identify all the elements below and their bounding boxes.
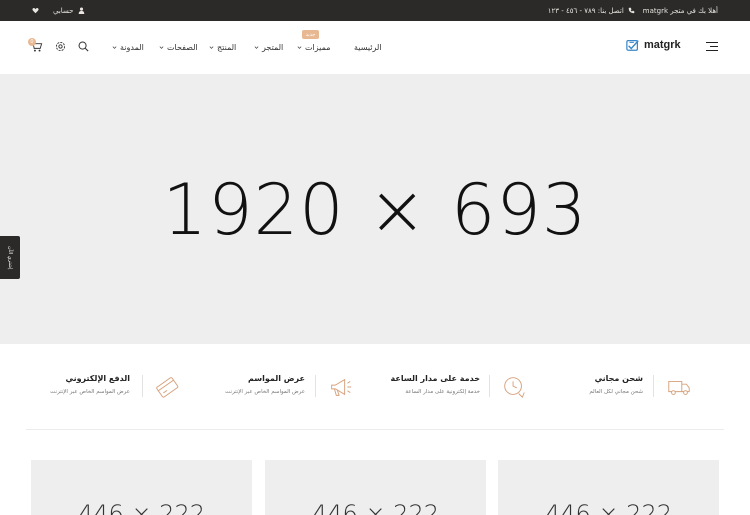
menu-toggle-icon[interactable] (704, 41, 718, 53)
buy-now-side-tab[interactable]: إشتري الآن (0, 236, 20, 279)
heart-icon (32, 7, 39, 14)
banner-card[interactable]: 446 × 222 (265, 460, 486, 515)
nav-item-product[interactable]: المنتج (209, 40, 236, 54)
feature-title: الدفع الإلكتروني (65, 374, 130, 383)
nav-item-features[interactable]: مميزات (297, 40, 331, 54)
feature-seasonal-offers: عرض المواسم عرض المواسم الخاص عبر الإنتر… (210, 372, 360, 402)
search-icon[interactable] (77, 40, 90, 53)
wishlist-link[interactable] (32, 7, 39, 14)
side-tab-label: إشتري الآن (7, 245, 13, 270)
nav-item-label: المتجر (262, 42, 284, 52)
main-header: matgrk الرئيسية مميزات المتجر المنتج الص… (0, 21, 750, 74)
feature-subtitle: شحن مجاني لكل العالم (589, 389, 643, 395)
top-bar-links: حسابي (32, 0, 85, 21)
welcome-text: أهلا بك في متجر matgrk (642, 6, 718, 15)
card-placeholder-text: 446 × 222 (78, 500, 205, 515)
phone-icon (628, 7, 635, 14)
feature-title: عرض المواسم (248, 374, 305, 383)
truck-icon (668, 380, 690, 395)
user-icon (78, 7, 84, 14)
cart-count-badge: 0 (28, 38, 36, 46)
features-strip: شحن مجاني شحن مجاني لكل العالم خدمة على … (0, 344, 750, 430)
feature-subtitle: خدمة إلكترونية على مدار الساعة (405, 389, 480, 395)
clock-icon (504, 377, 525, 399)
nav-item-blog[interactable]: المدونة (112, 40, 144, 54)
logo-mark-icon (626, 40, 639, 51)
nav-item-label: الرئيسية (354, 42, 382, 52)
banner-card[interactable]: 446 × 222 (498, 460, 719, 515)
nav-item-label: المدونة (120, 42, 144, 52)
contact-item[interactable]: اتصل بنا: ٧٨٩ - ٤٥٦ - ١٢٣ (548, 7, 635, 15)
new-badge: جديد (302, 30, 319, 39)
nav-item-pages[interactable]: الصفحات (159, 40, 198, 54)
nav-item-home[interactable]: الرئيسية (354, 40, 382, 54)
nav-item-label: المنتج (217, 42, 237, 52)
card-placeholder-text: 446 × 222 (312, 500, 439, 515)
chevron-down-icon (254, 45, 259, 49)
feature-e-payment: الدفع الإلكتروني عرض المواسم الخاص عبر ا… (36, 372, 186, 402)
nav-item-label: الصفحات (167, 42, 198, 52)
feature-subtitle: عرض المواسم الخاص عبر الإنترنت (50, 389, 130, 395)
credit-card-icon (156, 377, 179, 398)
hero-placeholder-text: 1920 × 693 (162, 169, 588, 251)
feature-title: شحن مجاني (594, 374, 643, 383)
feature-title: خدمة على مدار الساعة (390, 374, 481, 383)
account-link[interactable]: حسابي (53, 7, 85, 15)
hero-banner[interactable]: 1920 × 693 (0, 74, 750, 344)
nav-item-store[interactable]: المتجر (254, 40, 283, 54)
megaphone-icon (331, 378, 352, 396)
chevron-down-icon (297, 45, 302, 49)
chevron-down-icon (159, 45, 164, 49)
contact-text: اتصل بنا: ٧٨٩ - ٤٥٦ - ١٢٣ (547, 6, 624, 15)
top-bar: أهلا بك في متجر matgrk اتصل بنا: ٧٨٩ - ٤… (0, 0, 750, 21)
gear-icon[interactable] (54, 40, 67, 53)
card-placeholder-text: 446 × 222 (545, 500, 672, 515)
feature-subtitle: عرض المواسم الخاص عبر الإنترنت (225, 389, 305, 395)
site-logo[interactable]: matgrk (626, 38, 681, 52)
top-bar-contact: أهلا بك في متجر matgrk اتصل بنا: ٧٨٩ - ٤… (548, 0, 718, 21)
chevron-down-icon (112, 45, 117, 49)
nav-item-label: مميزات (305, 42, 331, 52)
banner-card[interactable]: 446 × 222 (31, 460, 252, 515)
feature-free-shipping: شحن مجاني شحن مجاني لكل العالم (570, 372, 720, 402)
section-divider (26, 429, 724, 430)
account-label: حسابي (53, 6, 74, 15)
chevron-down-icon (209, 45, 214, 49)
feature-24-7-service: خدمة على مدار الساعة خدمة إلكترونية على … (385, 372, 535, 402)
logo-text: matgrk (644, 39, 681, 51)
